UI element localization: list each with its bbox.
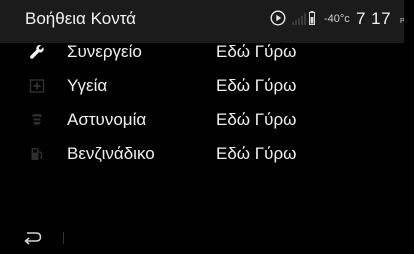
footer-bar [0,222,404,254]
back-arrow-icon[interactable] [20,230,44,246]
medical-cross-icon [29,79,45,93]
list-item-garage[interactable]: Συνεργείο Εδώ Γύρω [0,34,400,68]
list-item-value: Εδώ Γύρω [216,144,297,163]
temperature-readout: -40°c [324,13,350,25]
list-item-value: Εδώ Γύρω [216,110,297,129]
list-item-label: Συνεργείο [67,42,142,61]
app-frame: Βοήθεια Κοντά -40°c 7 17 P Συνεργείο Εδώ… [0,0,410,254]
footer-divider [63,232,64,244]
page-title: Βοήθεια Κοντά [25,9,136,28]
list-item-value: Εδώ Γύρω [216,76,297,95]
clock-ampm: P [400,18,404,25]
fuel-pump-icon [31,148,43,160]
signal-icon [292,13,306,25]
list-item-label: Αστυνομία [67,110,147,129]
list-item-label: Βενζινάδικο [67,144,155,163]
battery-icon [309,11,315,25]
wrench-icon [30,45,44,59]
list-item-value: Εδώ Γύρω [216,42,297,61]
list-item-health[interactable]: Υγεία Εδώ Γύρω [0,68,400,102]
police-badge-icon [32,113,42,125]
clock-time: 7 17 [356,9,392,28]
list-item-label: Υγεία [67,76,108,95]
play-circle-icon[interactable] [270,10,286,26]
list-item-gas-station[interactable]: Βενζινάδικο Εδώ Γύρω [0,136,400,170]
list-item-police[interactable]: Αστυνομία Εδώ Γύρω [0,102,400,136]
status-area: -40°c 7 17 P [270,9,404,31]
